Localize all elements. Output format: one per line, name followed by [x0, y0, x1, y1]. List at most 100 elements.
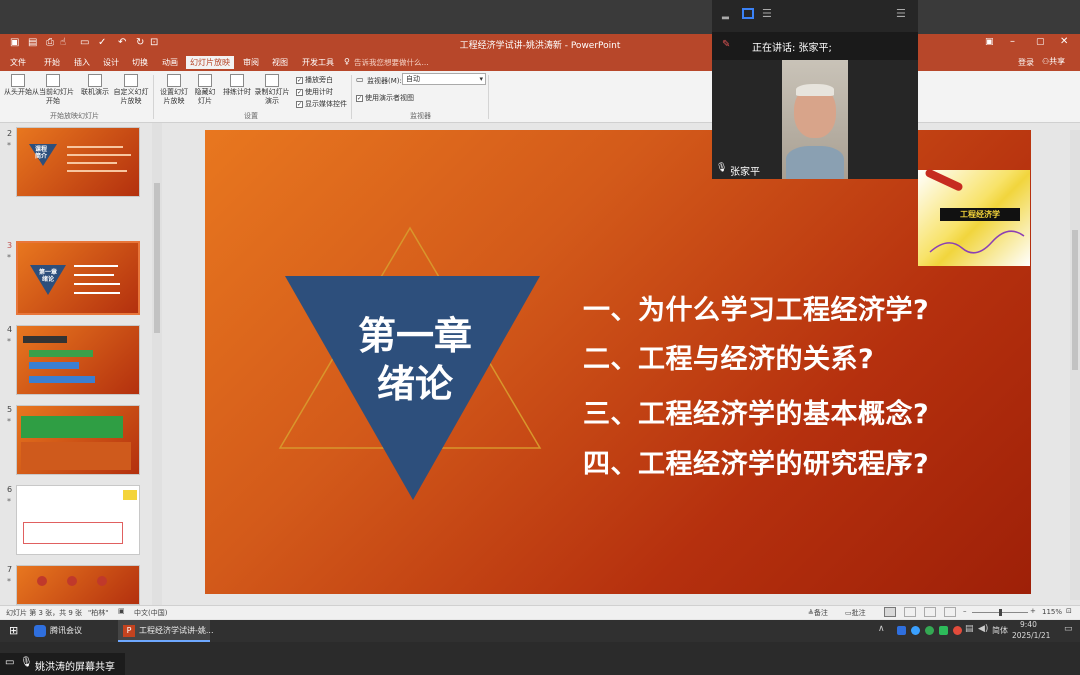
star-icon: *: [7, 253, 11, 262]
minimize-icon[interactable]: –: [1010, 36, 1015, 47]
zoom-slider[interactable]: [972, 609, 1028, 616]
tray-app-icon[interactable]: [911, 626, 920, 635]
thumbnail-slide-7[interactable]: [16, 565, 140, 605]
menu-insert[interactable]: 插入: [70, 56, 94, 69]
notes-button[interactable]: ≜备注: [808, 608, 828, 618]
custom-slideshow-label: 自定义幻灯片放映: [113, 88, 149, 105]
tell-me-search[interactable]: 告诉我您想要做什么...: [354, 57, 429, 68]
participant-video[interactable]: [782, 60, 848, 179]
list-view-icon[interactable]: ☰: [762, 7, 772, 20]
slide-canvas[interactable]: 第一章 绪论 一、为什么学习工程经济学? 二、工程与经济的关系? 三、工程经济学…: [205, 130, 1031, 594]
normal-view-icon[interactable]: [884, 607, 896, 617]
group-monitors: 监视器: [410, 112, 431, 120]
ribbon-display-icon[interactable]: ▣: [985, 37, 994, 47]
media-controls-label: 显示媒体控件: [305, 100, 347, 108]
thumb-circle: [97, 576, 107, 586]
menu-transitions[interactable]: 切换: [128, 56, 152, 69]
thumbnail-slide-6[interactable]: [16, 485, 140, 555]
monitor-select[interactable]: 自动 ▾: [402, 73, 486, 85]
rehearse-timings-button[interactable]: 排练计时: [222, 74, 252, 97]
slide-scrollbar[interactable]: [1070, 130, 1080, 600]
clock-time[interactable]: 9:40: [1020, 620, 1037, 629]
thumbnail-slide-2[interactable]: 课程简介: [16, 127, 140, 197]
slide-sorter-icon[interactable]: [904, 607, 916, 617]
from-beginning-button[interactable]: 从头开始: [4, 74, 32, 97]
from-current-label: 从当前幻灯片开始: [32, 88, 74, 105]
menu-home[interactable]: 开始: [40, 56, 64, 69]
play-narrations-checkbox[interactable]: ✓ 播放旁白: [296, 75, 333, 85]
menu-slideshow[interactable]: 幻灯片放映: [186, 56, 234, 69]
reading-view-icon[interactable]: [924, 607, 936, 617]
share-button[interactable]: ⚇共享: [1042, 56, 1065, 67]
tray-arrow-icon[interactable]: ∧: [878, 624, 885, 634]
accessibility-icon[interactable]: ▣: [118, 607, 125, 615]
slide-thumbnail-pane: 2 * 课程简介 3 * 第一章绪论 4 * 5 * 6 * 7 *: [0, 123, 162, 605]
tray-meeting-icon[interactable]: [897, 626, 906, 635]
taskbar-powerpoint[interactable]: P 工程经济学试讲-姚...: [118, 620, 214, 642]
thumb-blue-box: [29, 362, 79, 369]
comments-button[interactable]: ▭批注: [845, 608, 866, 618]
mic-icon: 🎙: [20, 657, 33, 668]
language[interactable]: 中文(中国): [134, 608, 167, 618]
speaker-bar: ✎ 正在讲话: 张家平;: [712, 32, 918, 60]
title-bar: ▣ ▤ ⎙ ☝ ▭ ✓ ↶ ↻ ⊡ 工程经济学试讲-姚洪涛新 - PowerPo…: [0, 34, 1080, 54]
tray-wechat-icon[interactable]: [925, 626, 934, 635]
network-icon[interactable]: ▤: [965, 624, 974, 634]
menu-icon[interactable]: ☰: [896, 7, 906, 20]
slideshow-view-icon[interactable]: [944, 607, 956, 617]
mic-muted-icon: ✎: [722, 39, 731, 50]
media-controls-checkbox[interactable]: ✓ 显示媒体控件: [296, 99, 347, 109]
use-timings-checkbox[interactable]: ✓ 使用计时: [296, 87, 333, 97]
ime-indicator[interactable]: 简体: [992, 625, 1008, 636]
thumb-title: 课程简介: [35, 146, 48, 160]
tray-app-icon[interactable]: [939, 626, 948, 635]
thumbnail-slide-4[interactable]: [16, 325, 140, 395]
question-2: 二、工程与经济的关系?: [583, 344, 875, 375]
menu-developer[interactable]: 开发工具: [298, 56, 338, 69]
present-online-label: 联机演示: [81, 88, 109, 96]
maximize-icon[interactable]: ▢: [1036, 37, 1045, 47]
zoom-in-icon[interactable]: +: [1030, 607, 1036, 615]
taskbar-tencent-meeting[interactable]: 腾讯会议: [30, 622, 110, 640]
question-4: 四、工程经济学的研究程序?: [583, 449, 930, 480]
clock-date[interactable]: 2025/1/21: [1012, 631, 1050, 640]
fit-slide-icon[interactable]: ⊡: [1066, 607, 1072, 615]
tray-app-icon[interactable]: [953, 626, 962, 635]
menu-review[interactable]: 审阅: [239, 56, 263, 69]
close-icon[interactable]: ✕: [1060, 36, 1068, 47]
thumbnail-slide-3[interactable]: 第一章绪论: [16, 241, 140, 315]
present-online-button[interactable]: 联机演示: [80, 74, 110, 97]
scrollbar-thumb[interactable]: [154, 183, 160, 333]
login-link[interactable]: 登录: [1018, 57, 1034, 68]
setup-slideshow-button[interactable]: 设置幻灯片放映: [157, 74, 191, 106]
from-current-button[interactable]: 从当前幻灯片开始: [32, 74, 74, 106]
gallery-view-icon[interactable]: [742, 8, 754, 19]
menu-file[interactable]: 文件: [6, 56, 30, 69]
thumb-text-line: [67, 170, 127, 172]
thumb-header-bar: [23, 336, 67, 343]
thumb-green-box: [21, 416, 123, 438]
windows-start-icon[interactable]: ⊞: [9, 624, 18, 637]
minimize-icon[interactable]: ▂: [722, 10, 729, 20]
custom-slideshow-button[interactable]: 自定义幻灯片放映: [112, 74, 150, 106]
menu-view[interactable]: 视图: [268, 56, 292, 69]
thumbnail-slide-5[interactable]: [16, 405, 140, 475]
menu-design[interactable]: 设计: [99, 56, 123, 69]
menu-animations[interactable]: 动画: [158, 56, 182, 69]
checkbox-checked-icon: ✓: [356, 94, 363, 102]
record-slideshow-button[interactable]: 录制幻灯片演示: [252, 74, 292, 106]
windows-taskbar: ⊞ 腾讯会议 P 工程经济学试讲-姚... ∧ ▤ ◀) 简体 9:40 202…: [0, 620, 1080, 642]
scrollbar-thumb[interactable]: [1072, 230, 1078, 370]
thumb-circle: [67, 576, 77, 586]
zoom-handle[interactable]: [999, 609, 1002, 616]
presenter-view-checkbox[interactable]: ✓ 使用演示者视图: [356, 93, 414, 103]
custom-slideshow-icon: [124, 74, 138, 87]
zoom-level[interactable]: 115%: [1042, 608, 1062, 616]
hide-slide-button[interactable]: 隐藏幻灯片: [192, 74, 218, 106]
thumbnail-scrollbar[interactable]: [152, 123, 162, 605]
setup-icon: [167, 74, 181, 87]
screen-share-indicator[interactable]: ▭ 🎙 姚洪涛的屏幕共享: [0, 653, 125, 675]
zoom-out-icon[interactable]: –: [963, 607, 967, 615]
volume-icon[interactable]: ◀): [978, 624, 988, 634]
notification-icon[interactable]: ▭: [1064, 624, 1073, 634]
